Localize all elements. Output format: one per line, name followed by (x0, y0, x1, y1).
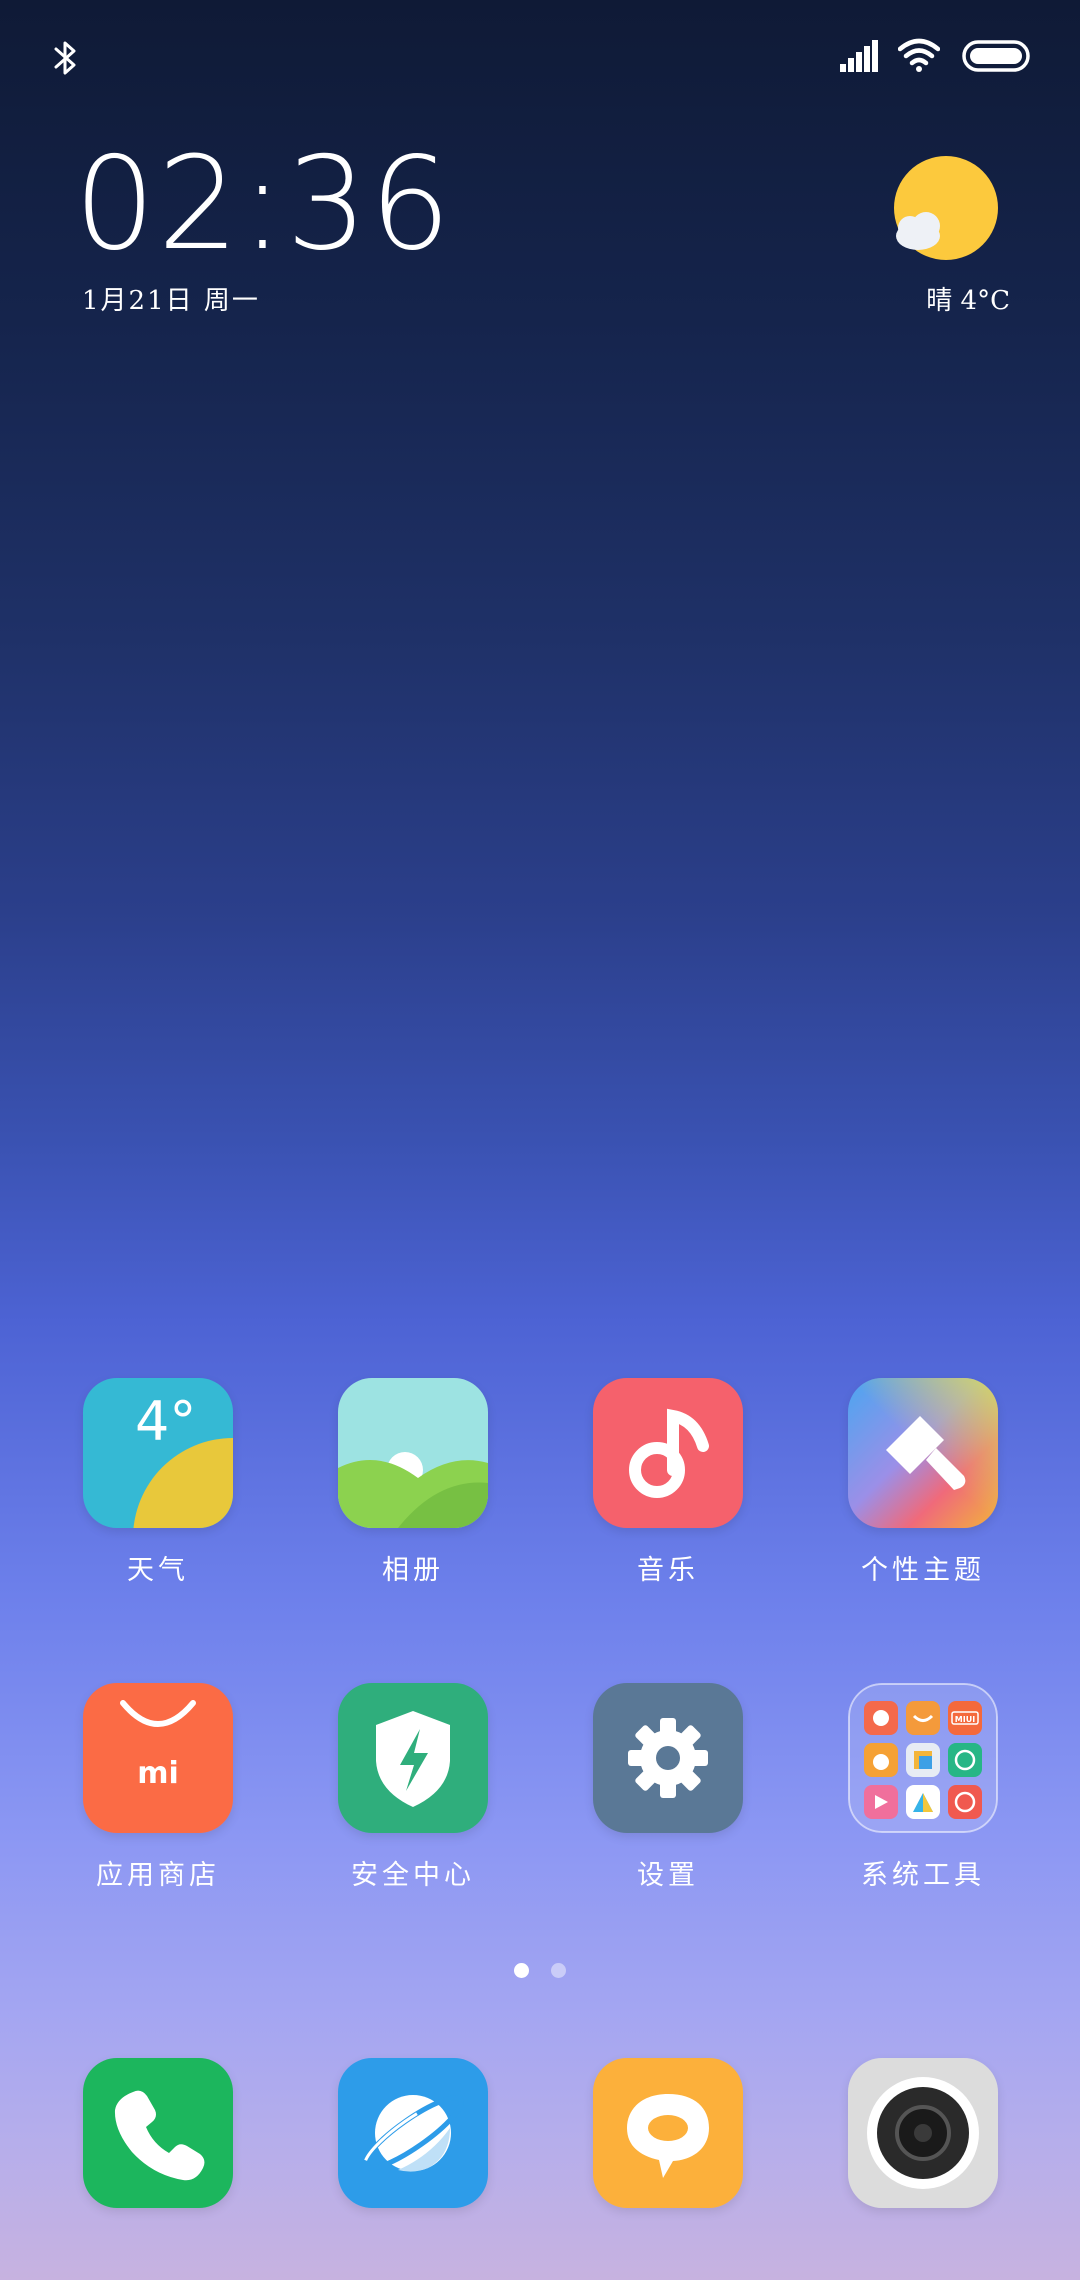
app-label-themes: 个性主题 (861, 1555, 985, 1586)
clock-date[interactable]: 1月21日 周一 (82, 280, 260, 317)
cellular-signal-icon (840, 40, 878, 72)
battery-icon (962, 40, 1030, 72)
camera-icon[interactable] (848, 2058, 998, 2208)
wifi-icon (898, 38, 940, 72)
phone-icon[interactable] (83, 2058, 233, 2208)
weather-summary[interactable]: 晴 4°C (900, 280, 1010, 317)
app-music[interactable]: 音乐 (558, 1378, 778, 1587)
folder-tile-miui-text: MIUI (955, 1715, 975, 1724)
security-shield-icon[interactable] (338, 1683, 488, 1833)
app-label-settings: 设置 (637, 1860, 699, 1891)
clock-time[interactable]: 02:36 (74, 130, 453, 280)
app-label-gallery: 相册 (382, 1555, 444, 1586)
app-label-weather: 天气 (127, 1555, 189, 1586)
bluetooth-icon (54, 41, 76, 75)
folder-tile-9 (948, 1785, 982, 1819)
weather-icon-temp: 4° (135, 1390, 196, 1453)
page-dot-2[interactable] (551, 1963, 566, 1978)
dock-messages[interactable] (558, 2058, 778, 2208)
folder-tile-2 (906, 1701, 940, 1735)
app-weather[interactable]: 4° 天气 (48, 1378, 268, 1587)
app-store-bag-icon[interactable]: mi (83, 1683, 233, 1833)
messages-bubble-icon[interactable] (593, 2058, 743, 2208)
app-settings[interactable]: 设置 (558, 1683, 778, 1892)
app-label-store: 应用商店 (96, 1860, 220, 1891)
browser-planet-icon[interactable] (338, 2058, 488, 2208)
dock-camera[interactable] (813, 2058, 1033, 2208)
dock-phone[interactable] (48, 2058, 268, 2208)
settings-gear-icon[interactable] (593, 1683, 743, 1833)
app-store[interactable]: mi 应用商店 (48, 1683, 268, 1892)
app-themes[interactable]: 个性主题 (813, 1378, 1033, 1587)
music-icon[interactable] (593, 1378, 743, 1528)
gallery-icon[interactable] (338, 1378, 488, 1528)
app-store-mi-text: mi (137, 1756, 179, 1791)
weather-icon[interactable]: 4° (83, 1378, 233, 1528)
theme-brush-icon[interactable] (848, 1378, 998, 1528)
app-gallery[interactable]: 相册 (303, 1378, 523, 1587)
app-security[interactable]: 安全中心 (303, 1683, 523, 1892)
page-dot-1[interactable] (514, 1963, 529, 1978)
dock-browser[interactable] (303, 2058, 523, 2208)
sun-cloud-icon[interactable] (888, 156, 1000, 266)
app-label-system-tools: 系统工具 (861, 1860, 985, 1891)
folder-tile-6 (948, 1743, 982, 1777)
page-indicator (0, 1963, 1080, 1981)
app-label-security: 安全中心 (351, 1860, 475, 1891)
folder-system-tools[interactable]: MIUI 系统工具 (813, 1683, 1033, 1892)
status-bar (0, 0, 1080, 116)
folder-icon[interactable]: MIUI (848, 1683, 998, 1833)
app-label-music: 音乐 (637, 1555, 699, 1586)
